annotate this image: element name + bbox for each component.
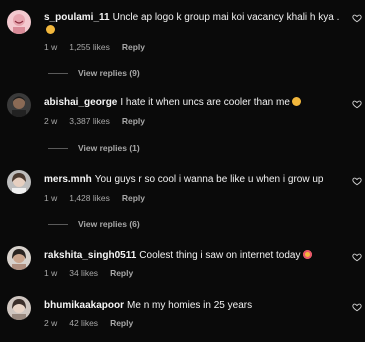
view-replies-label: View replies (1) xyxy=(78,143,140,153)
replies-divider-line xyxy=(48,73,68,75)
heart-icon[interactable] xyxy=(352,13,362,23)
avatar[interactable] xyxy=(7,170,31,194)
comment-username[interactable]: s_poulami_11 xyxy=(44,12,110,23)
comment-username[interactable]: mers.mnh xyxy=(44,174,92,185)
comment-time: 1 w xyxy=(44,193,58,203)
replies-divider-line xyxy=(48,224,68,226)
comment-likes[interactable]: 42 likes xyxy=(69,318,98,328)
comment-body: Uncle ap logo k group mai koi vacancy kh… xyxy=(112,12,340,23)
grimace-emoji-icon xyxy=(291,97,301,106)
reply-button[interactable]: Reply xyxy=(122,42,145,52)
comment-time: 2 w xyxy=(44,116,58,126)
replies-divider-line xyxy=(48,148,68,150)
reply-button[interactable]: Reply xyxy=(110,268,133,278)
comment-likes[interactable]: 1,255 likes xyxy=(69,42,110,52)
reply-button[interactable]: Reply xyxy=(122,116,145,126)
comment-body: I hate it when uncs are cooler than me xyxy=(120,97,290,108)
comment-meta: 1 w 1,255 likes Reply xyxy=(44,42,157,52)
comment-likes[interactable]: 34 likes xyxy=(69,268,98,278)
comment-username[interactable]: rakshita_singh0511 xyxy=(44,250,136,261)
comment-likes[interactable]: 3,387 likes xyxy=(69,116,110,126)
comment-text-block: s_poulami_11 Uncle ap logo k group mai ko… xyxy=(44,11,344,37)
comment-meta: 1 w 1,428 likes Reply xyxy=(44,193,157,203)
grinning-sweat-emoji-icon xyxy=(46,25,55,34)
comment-meta: 1 w 34 likes Reply xyxy=(44,268,145,278)
view-replies-button[interactable]: View replies (1) xyxy=(48,143,140,153)
comment-text-block: rakshita_singh0511 Coolest thing i saw on… xyxy=(44,249,344,262)
heart-icon[interactable] xyxy=(352,99,362,109)
avatar[interactable] xyxy=(7,246,31,270)
comment-body: You guys r so cool i wanna be like u whe… xyxy=(94,174,324,185)
comment-text-block: mers.mnh You guys r so cool i wanna be li… xyxy=(44,173,344,186)
comment-username[interactable]: abishai_george xyxy=(44,97,117,108)
comment-body: Me n my homies in 25 years xyxy=(127,300,253,311)
avatar[interactable] xyxy=(7,296,31,320)
view-replies-button[interactable]: View replies (9) xyxy=(48,68,140,78)
avatar[interactable] xyxy=(7,10,31,34)
comment-time: 1 w xyxy=(44,42,58,52)
avatar[interactable] xyxy=(7,93,31,117)
comment-time: 2 w xyxy=(44,318,58,328)
comment-likes[interactable]: 1,428 likes xyxy=(69,193,110,203)
heart-icon[interactable] xyxy=(352,252,362,262)
reply-button[interactable]: Reply xyxy=(122,193,145,203)
comment-username[interactable]: bhumikaakapoor xyxy=(44,300,124,311)
comment-time: 1 w xyxy=(44,268,58,278)
view-replies-label: View replies (9) xyxy=(78,68,140,78)
heart-eyes-emoji-icon xyxy=(302,250,312,259)
heart-icon[interactable] xyxy=(352,176,362,186)
comment-body: Coolest thing i saw on internet today xyxy=(139,250,301,261)
comment-text-block: abishai_george I hate it when uncs are co… xyxy=(44,96,344,109)
view-replies-label: View replies (6) xyxy=(78,219,140,229)
comment-meta: 2 w 42 likes Reply xyxy=(44,318,145,328)
comment-meta: 2 w 3,387 likes Reply xyxy=(44,116,157,126)
heart-icon[interactable] xyxy=(352,302,362,312)
comment-text-block: bhumikaakapoor Me n my homies in 25 years xyxy=(44,299,344,312)
reply-button[interactable]: Reply xyxy=(110,318,133,328)
view-replies-button[interactable]: View replies (6) xyxy=(48,219,140,229)
